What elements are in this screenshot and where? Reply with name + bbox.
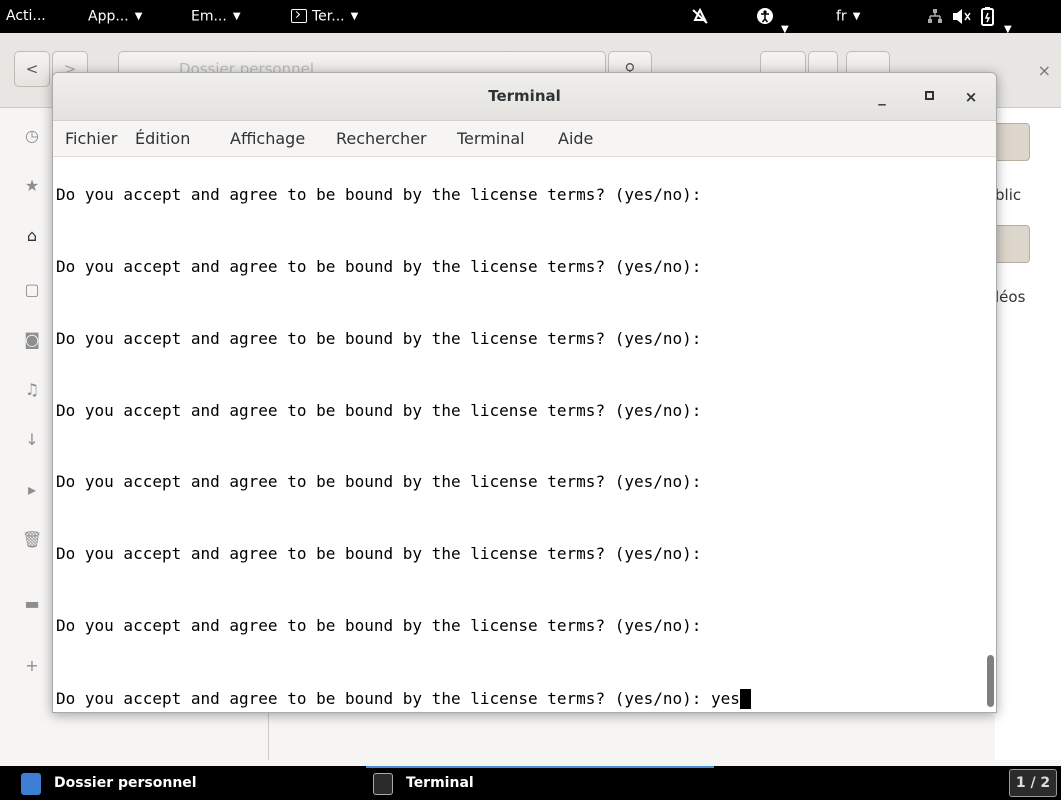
terminal-line: Do you accept and agree to be bound by t…: [56, 185, 702, 204]
terminal-titlebar[interactable]: Terminal _ ×: [53, 73, 996, 121]
places-menu[interactable]: Em... ▼: [191, 0, 241, 33]
task-terminal[interactable]: Terminal: [406, 766, 474, 800]
videos-folder-icon[interactable]: [994, 225, 1030, 263]
menu-rechercher[interactable]: Rechercher: [336, 129, 427, 148]
public-folder-label: blic: [995, 186, 1022, 204]
chevron-down-icon: ▼: [852, 11, 861, 22]
menu-fichier[interactable]: Fichier: [65, 129, 117, 148]
music-icon[interactable]: ♫: [22, 380, 42, 400]
public-folder-icon[interactable]: [994, 123, 1030, 161]
file-manager-icon: [21, 773, 41, 795]
text-cursor: [739, 689, 751, 709]
task-file-manager[interactable]: Dossier personnel: [54, 766, 197, 800]
terminal-line: Do you accept and agree to be bound by t…: [56, 401, 702, 420]
sidebar-divider: [268, 712, 269, 760]
close-button[interactable]: ×: [959, 85, 983, 109]
menu-affichage[interactable]: Affichage: [230, 129, 305, 148]
top-panel: Acti... App... ▼ Em... ▼ Ter... ▼ ▼ fr ▼ ▼: [0, 0, 1061, 35]
file-manager-sidebar: ◷ ★ ⌂ ▢ ◙ ♫ ↓ ▸ 🗑 ▬ +: [0, 108, 52, 760]
chevron-down-icon: ▼: [350, 11, 359, 22]
home-icon[interactable]: ⌂: [22, 226, 42, 246]
maximize-button[interactable]: [917, 85, 941, 109]
system-menu[interactable]: ▼: [978, 0, 1012, 35]
terminal-title: Terminal: [488, 87, 561, 105]
app-menu-label: Ter...: [312, 8, 345, 25]
terminal-line: Do you accept and agree to be bound by t…: [56, 257, 702, 276]
battery-icon: [981, 7, 994, 26]
chevron-down-icon: ▼: [134, 11, 143, 22]
active-task-indicator: [366, 766, 714, 768]
minimize-button[interactable]: _: [870, 85, 894, 109]
recent-icon[interactable]: ◷: [22, 126, 42, 146]
terminal-line: Do you accept and agree to be bound by t…: [56, 616, 702, 635]
scrollbar-thumb[interactable]: [987, 655, 994, 707]
trash-icon[interactable]: 🗑: [22, 530, 42, 550]
pictures-icon[interactable]: ◙: [22, 330, 42, 350]
activities-button[interactable]: Acti...: [6, 0, 46, 33]
language-menu[interactable]: fr ▼: [836, 0, 860, 33]
network-icon[interactable]: [925, 0, 945, 33]
menu-edition[interactable]: Édition: [135, 129, 190, 148]
terminal-input-text: Do you accept and agree to be bound by t…: [56, 689, 740, 708]
terminal-menubar: Fichier Édition Affichage Rechercher Ter…: [53, 121, 996, 157]
accessibility-menu[interactable]: ▼: [755, 0, 789, 35]
starred-icon[interactable]: ★: [22, 176, 42, 196]
menu-aide[interactable]: Aide: [558, 129, 593, 148]
downloads-icon[interactable]: ↓: [22, 430, 42, 450]
terminal-line: Do you accept and agree to be bound by t…: [56, 472, 702, 491]
terminal-scrollbar[interactable]: [982, 157, 996, 712]
places-menu-label: Em...: [191, 8, 227, 25]
documents-icon[interactable]: ▢: [22, 280, 42, 300]
language-label: fr: [836, 8, 847, 25]
applications-menu[interactable]: App... ▼: [88, 0, 142, 33]
bottom-taskbar: Dossier personnel Terminal 1 / 2: [0, 766, 1061, 800]
volume-muted-icon[interactable]: [950, 0, 972, 33]
terminal-line: Do you accept and agree to be bound by t…: [56, 329, 702, 348]
terminal-window: Terminal _ × Fichier Édition Affichage R…: [52, 72, 997, 713]
workspace-indicator[interactable]: 1 / 2: [1009, 769, 1057, 797]
night-light-off-icon[interactable]: [690, 0, 710, 33]
menu-terminal[interactable]: Terminal: [457, 129, 525, 148]
videos-folder-label: léos: [995, 288, 1026, 306]
terminal-icon: [291, 8, 307, 23]
applications-menu-label: App...: [88, 8, 129, 25]
chevron-down-icon: ▼: [232, 11, 241, 22]
accessibility-icon: [757, 8, 773, 24]
back-button[interactable]: <: [14, 51, 50, 87]
app-menu[interactable]: Ter... ▼: [291, 0, 358, 33]
terminal-input-line: Do you accept and agree to be bound by t…: [56, 689, 751, 709]
file-manager-content: [995, 108, 1061, 760]
other-locations-icon[interactable]: ▬: [22, 594, 42, 614]
terminal-line: Do you accept and agree to be bound by t…: [56, 544, 702, 563]
terminal-icon: [373, 773, 393, 795]
terminal-output[interactable]: Do you accept and agree to be bound by t…: [53, 157, 982, 712]
videos-icon[interactable]: ▸: [22, 480, 42, 500]
file-manager-close-button[interactable]: ×: [1038, 61, 1051, 80]
add-location-icon[interactable]: +: [22, 656, 42, 676]
